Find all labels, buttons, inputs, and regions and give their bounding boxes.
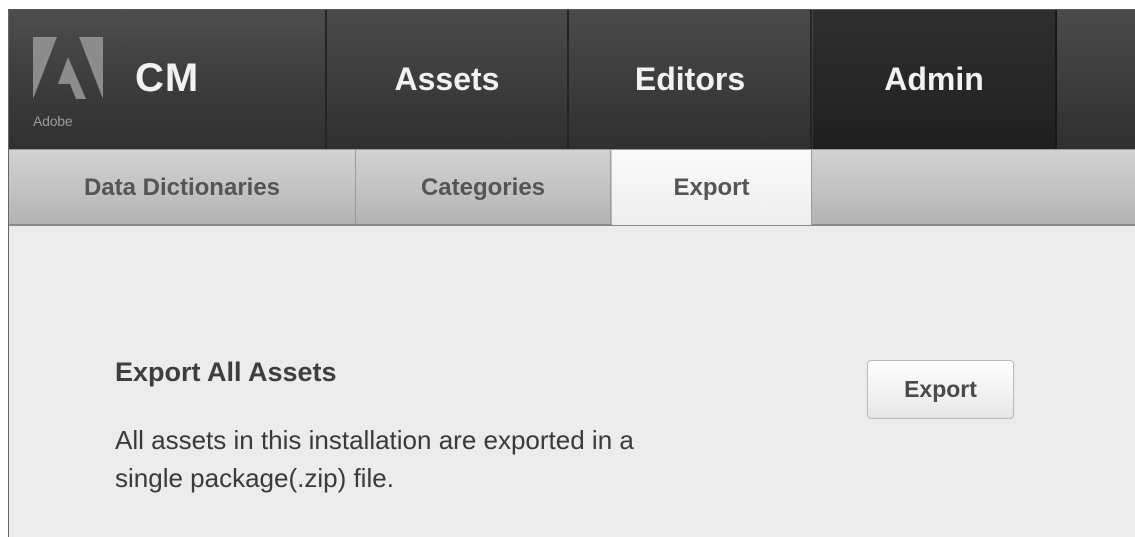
section-description: All assets in this installation are expo…: [115, 421, 795, 497]
application-name: CM: [135, 56, 200, 100]
adobe-logo-icon: Adobe: [33, 37, 103, 129]
tab-editors[interactable]: Editors: [570, 10, 812, 149]
tab-admin[interactable]: Admin: [813, 10, 1057, 149]
app-window: Adobe CM Assets Editors Admin Data Dicti…: [8, 9, 1135, 537]
export-button[interactable]: Export: [867, 360, 1014, 419]
tab-data-dictionaries[interactable]: Data Dictionaries: [9, 150, 356, 225]
tab-categories[interactable]: Categories: [356, 150, 611, 225]
tab-export[interactable]: Export: [612, 150, 812, 225]
adobe-logo-text: Adobe: [33, 113, 73, 129]
brand-area: Adobe CM: [9, 10, 327, 149]
description-line: All assets in this installation are expo…: [115, 425, 634, 455]
section-title: Export All Assets: [115, 357, 337, 387]
main-navigation: Adobe CM Assets Editors Admin: [9, 10, 1135, 149]
tab-assets[interactable]: Assets: [327, 10, 569, 149]
secondary-navigation: Data Dictionaries Categories Export: [9, 149, 1135, 226]
export-panel: Export All Assets All assets in this ins…: [9, 226, 1135, 537]
description-line: single package(.zip) file.: [115, 463, 394, 493]
